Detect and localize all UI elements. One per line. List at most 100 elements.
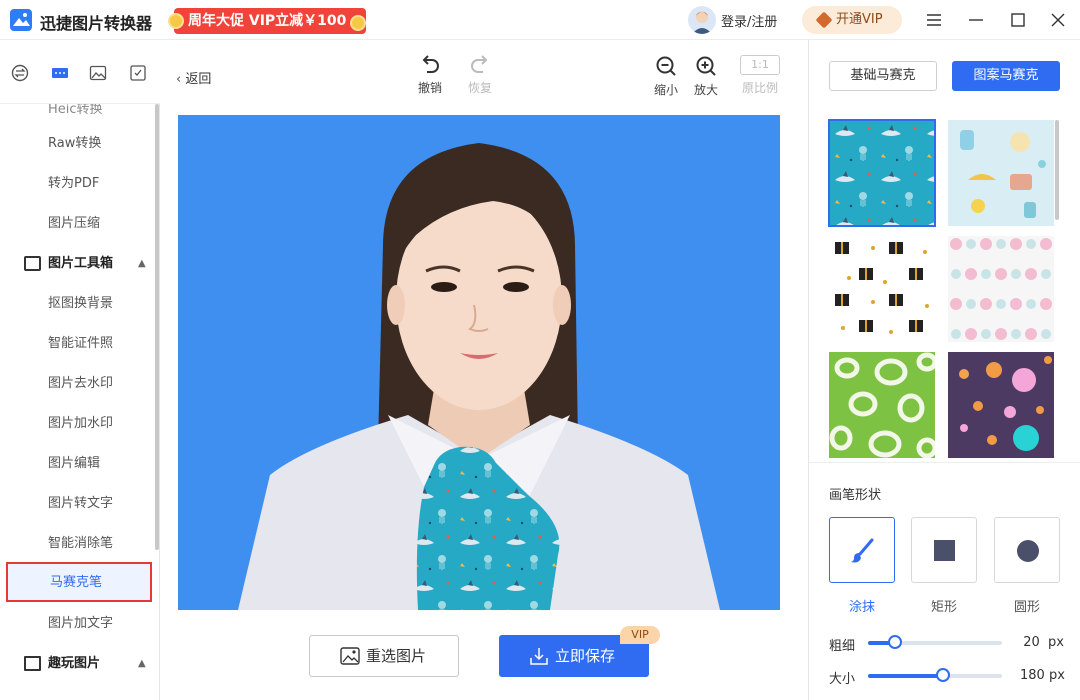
download-icon	[530, 648, 548, 665]
maximize-icon[interactable]	[1008, 10, 1028, 30]
brush-smear-button[interactable]	[829, 517, 895, 583]
redo-button[interactable]: 恢复	[460, 52, 500, 102]
pattern-shark[interactable]	[828, 119, 936, 227]
sidebar-item-add-text[interactable]: 图片加文字	[0, 604, 150, 644]
pattern-scrollbar[interactable]	[1055, 120, 1059, 220]
convert-category-icon[interactable]	[11, 64, 29, 82]
toolbox-icon	[24, 256, 41, 271]
reselect-image-button[interactable]: 重选图片	[309, 635, 459, 677]
sidebar-item-idphoto[interactable]: 智能证件照	[0, 324, 150, 364]
baby-pattern-swatch	[948, 120, 1054, 226]
sidebar-group-fun[interactable]: 趣玩图片 ▲	[0, 644, 150, 684]
minimize-icon[interactable]	[966, 10, 986, 30]
pattern-gifts[interactable]	[829, 236, 935, 342]
square-icon	[934, 540, 955, 561]
pattern-dots[interactable]	[948, 236, 1054, 342]
app-logo-icon	[10, 9, 32, 31]
ratio-icon: 1:1	[740, 55, 780, 75]
fun-image-category-icon[interactable]	[89, 64, 107, 82]
dots-pattern-swatch	[948, 236, 1054, 342]
circle-icon	[1017, 540, 1039, 562]
original-ratio-button[interactable]: 1:1 原比例	[740, 52, 780, 102]
size-slider[interactable]	[868, 668, 1002, 682]
sidebar-item-cutout[interactable]: 抠图换背景	[0, 284, 150, 324]
zoom-in-icon	[696, 56, 716, 76]
zoom-out-button[interactable]: 缩小	[646, 52, 686, 102]
sidebar-scrollbar[interactable]	[155, 104, 159, 550]
back-button[interactable]: ‹ 返回	[176, 68, 211, 87]
brush-smear-label: 涂抹	[848, 600, 875, 615]
brush-shape-title: 画笔形状	[829, 488, 882, 503]
image-reselect-icon	[340, 647, 360, 665]
app-title: 迅捷图片转换器	[40, 14, 153, 33]
user-avatar-icon[interactable]	[688, 6, 716, 34]
brush-icon	[851, 538, 874, 563]
sidebar-item-mosaic[interactable]: 马赛克笔	[6, 562, 152, 602]
sidebar-item-remove-watermark[interactable]: 图片去水印	[0, 364, 150, 404]
vip-diamond-icon	[815, 11, 833, 29]
brush-circle-label: 圆形	[1013, 600, 1040, 615]
zoom-in-button[interactable]: 放大	[686, 52, 726, 102]
shark-pattern-swatch	[829, 120, 935, 226]
size-value: 180 px	[1020, 668, 1065, 683]
gift-pattern-swatch	[829, 236, 935, 342]
chevron-left-icon: ‹	[176, 72, 186, 87]
brush-rectangle-button[interactable]	[911, 517, 977, 583]
portrait-photo	[238, 143, 720, 610]
sidebar-item-pdf[interactable]: 转为PDF	[0, 164, 150, 204]
menu-icon[interactable]	[924, 10, 944, 30]
sidebar-item-add-watermark[interactable]: 图片加水印	[0, 404, 150, 444]
open-vip-button[interactable]: 开通VIP	[802, 6, 902, 34]
thickness-slider-thumb[interactable]	[887, 635, 902, 649]
undo-label: 撤销	[417, 81, 442, 95]
coin-icon	[168, 13, 184, 29]
image-icon	[24, 656, 41, 671]
tab-basic-mosaic[interactable]: 基础马赛克	[829, 61, 937, 91]
sidebar-item-raw[interactable]: Raw转换	[0, 124, 150, 164]
brush-circle-button[interactable]	[994, 517, 1060, 583]
sidebar-nav: Heic转换 Raw转换 转为PDF 图片压缩 图片工具箱 ▲ 抠图换背景 智能…	[0, 104, 160, 700]
thickness-label: 粗细	[829, 639, 856, 654]
back-label: 返回	[185, 72, 212, 87]
zoom-out-label: 缩小	[653, 83, 678, 97]
purple-bubble-pattern-swatch	[948, 352, 1054, 458]
sidebar-group-toolbox[interactable]: 图片工具箱 ▲	[0, 244, 150, 284]
sidebar-item-compress[interactable]: 图片压缩	[0, 204, 150, 244]
promo-text: 周年大促 VIP立减￥100	[188, 13, 347, 29]
image-canvas[interactable]	[178, 115, 780, 610]
chevron-up-icon: ▲	[138, 658, 146, 669]
sidebar-item-edit[interactable]: 图片编辑	[0, 444, 150, 484]
size-slider-fill	[868, 674, 944, 678]
undo-icon	[422, 55, 439, 73]
pattern-green-rings[interactable]	[829, 352, 935, 458]
sidebar-item-eraser[interactable]: 智能消除笔	[0, 524, 150, 564]
app-window: 迅捷图片转换器 周年大促 VIP立减￥100 登录/注册 开通VIP Heic转…	[0, 0, 1080, 700]
open-vip-label: 开通VIP	[836, 12, 883, 27]
redo-icon	[471, 55, 488, 73]
reselect-label: 重选图片	[366, 647, 427, 665]
title-bar: 迅捷图片转换器 周年大促 VIP立减￥100 登录/注册 开通VIP	[0, 0, 1080, 40]
category-icon-bar	[0, 40, 160, 104]
chevron-up-icon: ▲	[138, 258, 146, 269]
brush-rectangle-label: 矩形	[930, 600, 957, 615]
undo-button[interactable]: 撤销	[410, 52, 450, 102]
tab-pattern-mosaic[interactable]: 图案马赛克	[952, 61, 1060, 91]
redo-label: 恢复	[467, 81, 492, 95]
green-ring-pattern-swatch	[829, 352, 935, 458]
pattern-purple-bubbles[interactable]	[948, 352, 1054, 458]
thickness-slider[interactable]	[868, 635, 1002, 649]
close-icon[interactable]	[1048, 10, 1068, 30]
toolbox-category-icon[interactable]	[51, 64, 69, 82]
thickness-value: 20 px	[1023, 635, 1064, 650]
pattern-baby[interactable]	[948, 120, 1054, 226]
vip-badge: VIP	[620, 626, 660, 644]
sidebar-group-label: 趣玩图片	[48, 656, 101, 671]
panel-divider	[809, 462, 1080, 463]
sidebar-item-ocr[interactable]: 图片转文字	[0, 484, 150, 524]
sidebar-group-label: 图片工具箱	[48, 256, 114, 271]
promo-banner[interactable]: 周年大促 VIP立减￥100	[168, 8, 367, 34]
login-link[interactable]: 登录/注册	[721, 11, 777, 30]
size-slider-thumb[interactable]	[936, 668, 951, 682]
edit-category-icon[interactable]	[129, 64, 147, 82]
zoom-in-label: 放大	[693, 83, 718, 97]
